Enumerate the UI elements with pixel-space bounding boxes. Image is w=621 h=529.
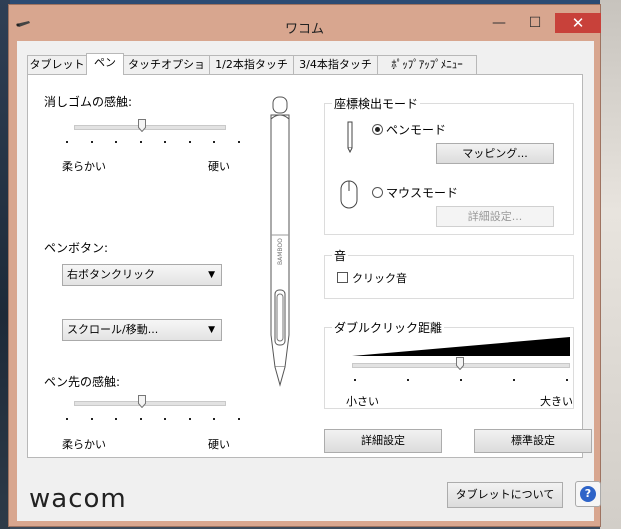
slider-tick — [188, 418, 191, 420]
slider-tick — [237, 141, 240, 143]
slider-tick — [164, 141, 166, 143]
slider-tick — [354, 379, 356, 381]
slider-tick — [513, 379, 515, 381]
pen-button-select[interactable]: 右ボタンクリック ▼ — [62, 264, 222, 286]
tab-popup-menu[interactable]: ﾎﾟｯﾌﾟｱｯﾌﾟﾒﾆｭｰ — [377, 55, 477, 74]
pen-mode-label: ペンモード — [386, 123, 447, 137]
mouse-mode-radio[interactable] — [372, 187, 383, 198]
help-button[interactable]: ? — [575, 481, 601, 507]
slider-tick — [566, 379, 568, 381]
maximize-button[interactable]: ☐ — [521, 13, 549, 33]
pen-illustration: BAMBOO — [270, 96, 290, 387]
double-click-slider-thumb[interactable] — [456, 357, 464, 370]
slider-tick — [115, 418, 117, 420]
coordinate-mode-title: 座標検出モード — [332, 95, 421, 112]
slider-tick — [213, 418, 215, 420]
mouse-mode-label: マウスモード — [386, 186, 459, 200]
eraser-soft-label: 柔らかい — [62, 160, 106, 173]
dialog-client-area: タブレット ペン タッチオプション 1/2本指タッチ 3/4本指タッチ ﾎﾟｯﾌ… — [17, 41, 601, 521]
tip-soft-label: 柔らかい — [62, 438, 106, 451]
advanced-settings-button[interactable]: 詳細設定 — [324, 429, 442, 453]
pen-mode-radio[interactable] — [372, 124, 383, 135]
slider-tick — [115, 141, 117, 143]
chevron-down-icon: ▼ — [208, 270, 215, 280]
tab-touch-options[interactable]: タッチオプション — [123, 55, 210, 89]
about-tablet-button[interactable]: タブレットについて — [447, 482, 563, 508]
chevron-down-icon: ▼ — [208, 325, 215, 335]
minimize-button[interactable]: — — [485, 13, 513, 33]
eraser-feel-slider-track — [74, 125, 226, 130]
tip-feel-label: ペン先の感触: — [44, 375, 121, 389]
pen-button-value: 右ボタンクリック — [67, 268, 155, 281]
pen-mode-icon — [347, 121, 353, 153]
tab-one-two-finger[interactable]: 1/2本指タッチ — [209, 55, 294, 74]
minimize-icon: — — [492, 15, 506, 31]
slider-tick — [90, 418, 93, 420]
maximize-icon: ☐ — [528, 15, 542, 31]
double-click-distance-title: ダブルクリック距離 — [332, 319, 445, 336]
double-click-distance-ramp — [352, 337, 570, 356]
click-sound-checkbox[interactable] — [337, 272, 348, 283]
slider-tick — [66, 141, 68, 143]
wacom-settings-window: ワコム — ☐ ✕ タブレット ペン タッチオプション 1/2本指タッチ 3/4… — [8, 4, 601, 527]
slider-tick — [188, 141, 191, 143]
default-settings-button[interactable]: 標準設定 — [474, 429, 592, 453]
slider-tick — [407, 379, 409, 381]
pen-button-label: ペンボタン: — [44, 241, 109, 255]
mouse-detail-settings-button[interactable]: 詳細設定... — [436, 206, 554, 227]
tip-feel-slider-track — [74, 401, 226, 406]
mouse-mode-icon — [340, 180, 358, 209]
eraser-feel-label: 消しゴムの感触: — [44, 95, 133, 109]
wacom-logo: wacom — [29, 484, 127, 514]
slider-tick — [460, 379, 462, 381]
slider-tick — [139, 418, 142, 420]
pen-brand-text: BAMBOO — [277, 238, 284, 265]
slider-tick — [237, 418, 240, 420]
tab-pen[interactable]: ペン — [86, 53, 124, 75]
slider-tick — [90, 141, 93, 143]
pen-side-button-select[interactable]: スクロール/移動... ▼ — [62, 319, 222, 341]
slider-tick — [139, 141, 142, 143]
close-button[interactable]: ✕ — [555, 13, 601, 33]
click-sound-label: クリック音 — [352, 272, 407, 285]
title-bar[interactable]: ワコム — ☐ ✕ — [9, 5, 601, 41]
tab-three-four-finger[interactable]: 3/4本指タッチ — [293, 55, 378, 74]
close-icon: ✕ — [571, 14, 585, 32]
slider-tick — [164, 418, 166, 420]
desktop-background-right — [600, 0, 621, 529]
tip-hard-label: 硬い — [208, 438, 230, 451]
eraser-hard-label: 硬い — [208, 160, 230, 173]
double-click-large-label: 大きい — [540, 395, 573, 408]
pen-side-button-value: スクロール/移動... — [67, 323, 159, 336]
tab-tablet[interactable]: タブレット — [27, 55, 87, 74]
slider-tick — [213, 141, 215, 143]
help-icon: ? — [580, 486, 596, 502]
double-click-small-label: 小さい — [346, 395, 379, 408]
eraser-feel-slider-thumb[interactable] — [137, 119, 146, 132]
tip-feel-slider-thumb[interactable] — [137, 395, 146, 408]
slider-tick — [66, 418, 68, 420]
pen-settings-panel: 消しゴムの感触: 柔らかい 硬い ペンボタン: 右ボタンクリック ▼ スクロール… — [27, 74, 592, 458]
sound-title: 音 — [332, 247, 349, 264]
mapping-button[interactable]: マッピング... — [436, 143, 554, 164]
